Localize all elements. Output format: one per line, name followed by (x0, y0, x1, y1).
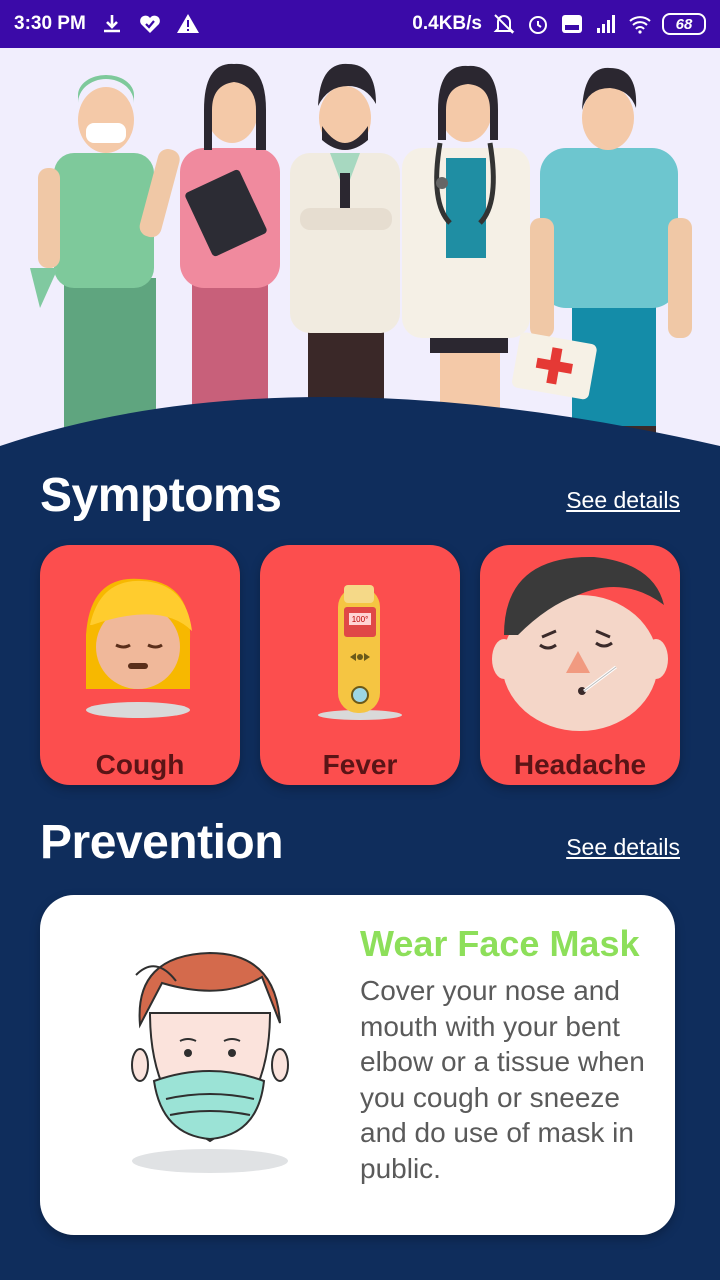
nurse-figure (180, 63, 280, 436)
symptom-card-headache[interactable]: Headache (480, 545, 680, 785)
status-bar: 3:30 PM 0.4KB/s 68 (0, 0, 720, 48)
symptoms-see-details-link[interactable]: See details (566, 487, 680, 514)
download-icon (103, 15, 120, 33)
prevention-card-text: Cover your nose and mouth with your bent… (360, 975, 645, 1184)
prevention-see-details-link[interactable]: See details (566, 834, 680, 861)
symptom-card-cough[interactable]: Cough (40, 545, 240, 785)
net-speed: 0.4KB/s (412, 13, 482, 34)
prevention-card[interactable]: Wear Face Mask Cover your nose and mouth… (40, 895, 675, 1235)
alarm-icon (529, 16, 547, 34)
warning-icon (176, 14, 199, 33)
prevention-title: Prevention (40, 816, 284, 869)
mute-icon (493, 14, 515, 34)
hero-banner (0, 48, 720, 450)
volte-icon (562, 15, 582, 33)
symptoms-header: Symptoms See details (40, 468, 680, 523)
symptom-label-fever: Fever (322, 749, 398, 780)
prevention-header: Prevention See details (40, 815, 680, 870)
doctor-figure (290, 63, 400, 436)
symptoms-list: Cough 100° Fever Headache (40, 545, 680, 785)
heart-check-icon (139, 15, 160, 33)
surgeon-figure (30, 75, 180, 436)
male-nurse-figure (512, 67, 692, 436)
status-time: 3:30 PM (14, 13, 86, 34)
wifi-icon (629, 16, 651, 34)
svg-text:100°: 100° (352, 615, 369, 624)
female-doctor-figure (402, 65, 530, 436)
battery-icon: 68 (662, 13, 706, 35)
signal-icon (597, 15, 615, 33)
prevention-card-title: Wear Face Mask (360, 923, 640, 964)
medical-staff-illustration (0, 63, 720, 450)
symptom-label-headache: Headache (513, 749, 647, 780)
symptom-label-cough: Cough (95, 749, 185, 780)
masked-man-icon (131, 951, 289, 1173)
symptoms-title: Symptoms (40, 469, 282, 522)
symptom-card-fever[interactable]: 100° Fever (260, 545, 460, 785)
